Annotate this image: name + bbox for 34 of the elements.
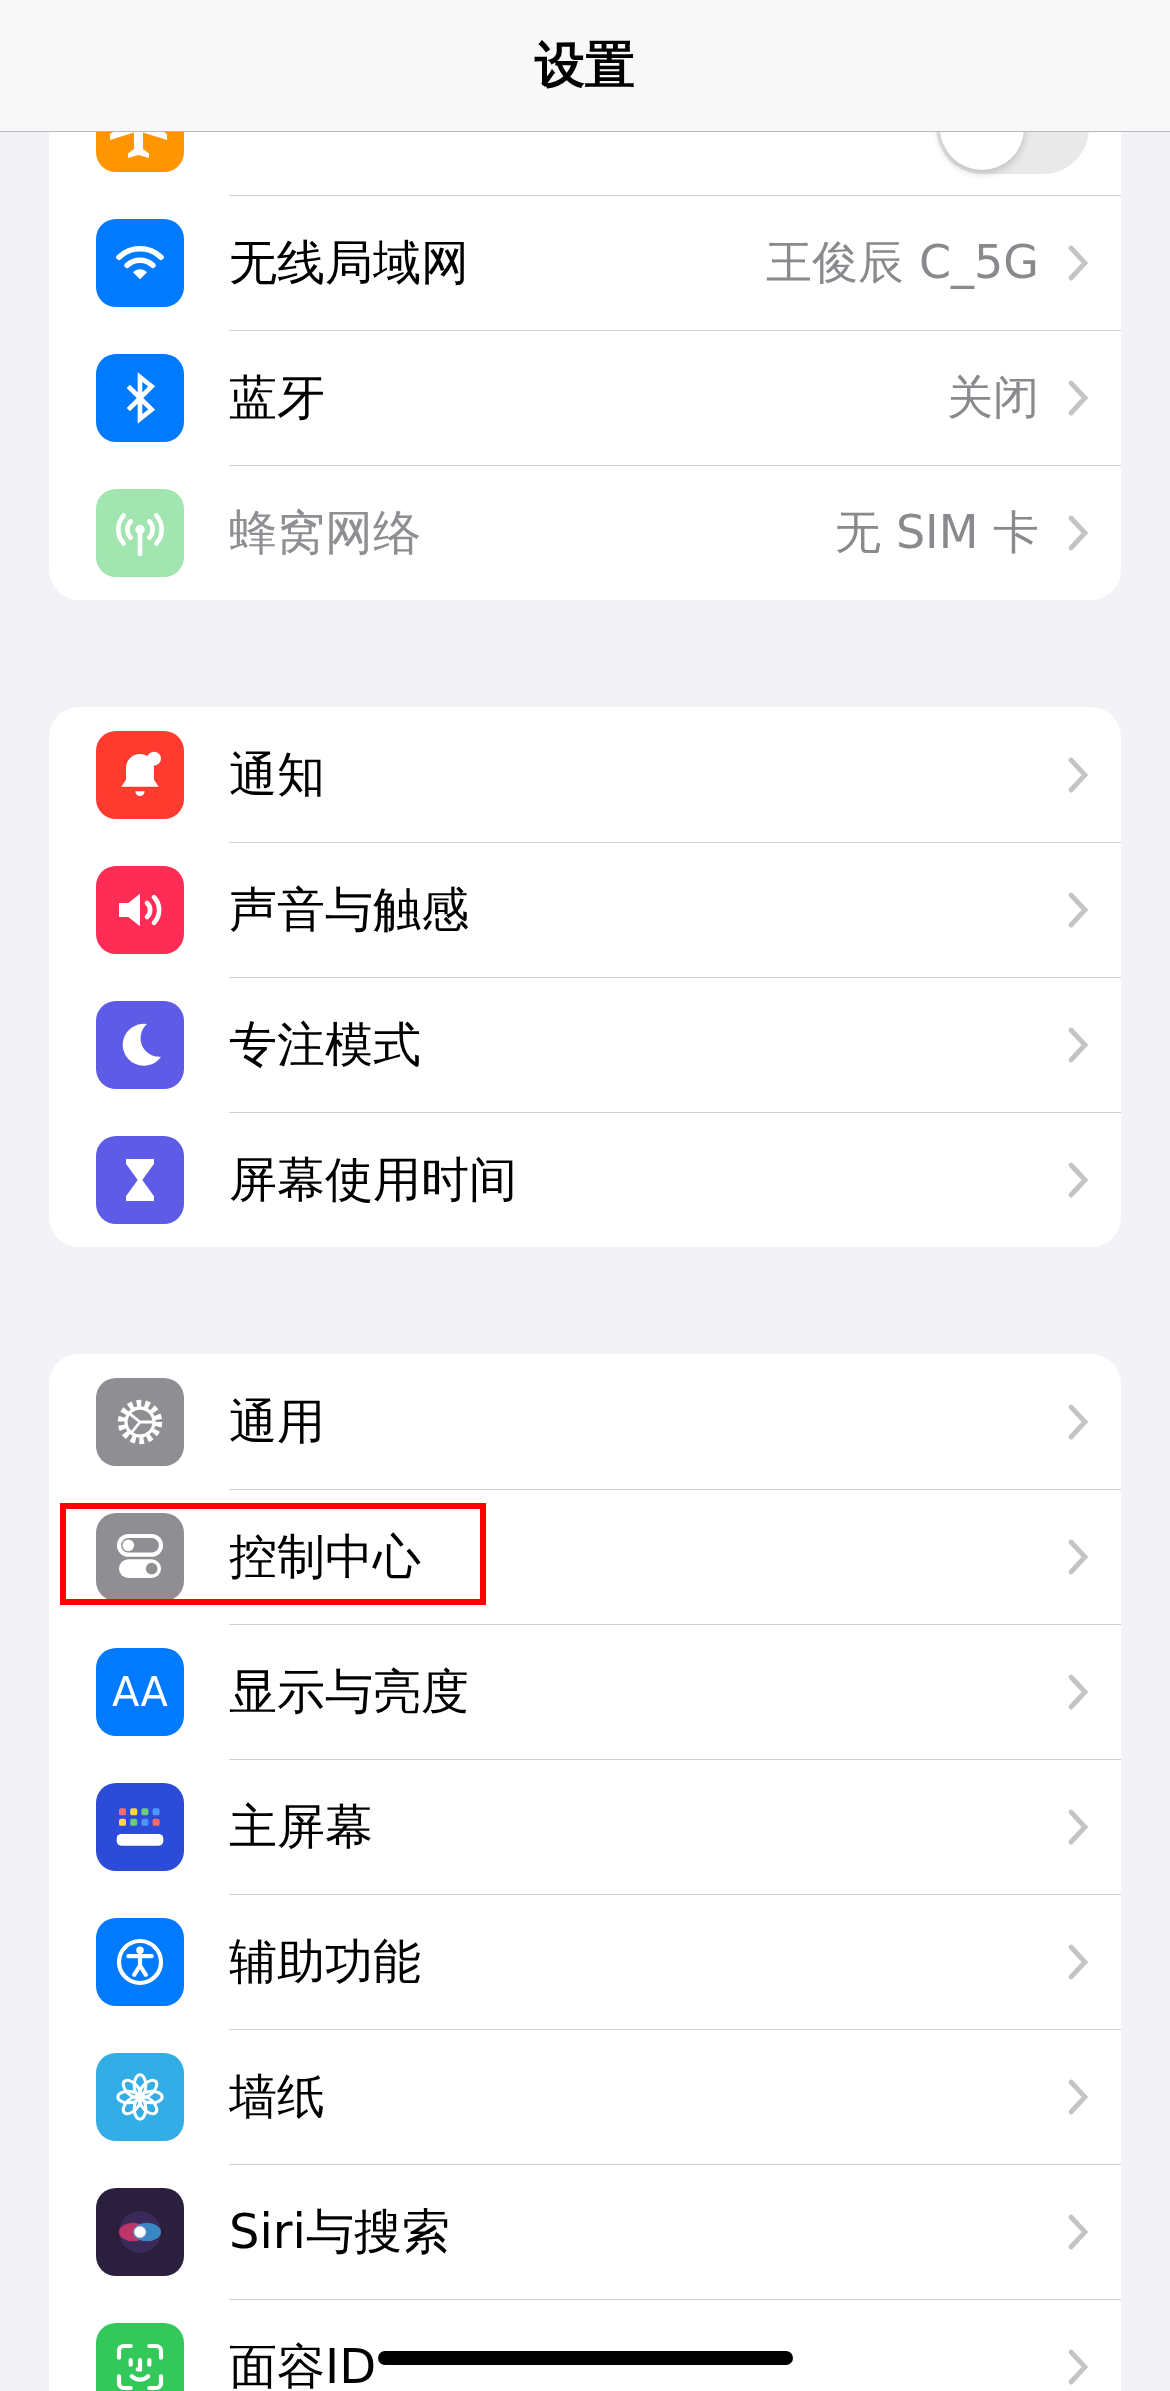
setting-label[interactable]: 辅助功能 xyxy=(229,1930,421,1994)
letters-icon: AA xyxy=(112,1668,168,1715)
chevron-icon xyxy=(1067,1161,1089,1199)
chevron-icon xyxy=(1067,755,1089,794)
page-title: 设置 xyxy=(535,35,635,96)
setting-label[interactable]: 蓝牙 xyxy=(229,366,325,430)
setting-label[interactable]: 无线局域网 xyxy=(229,231,469,295)
setting-label[interactable]: 通知 xyxy=(229,742,325,807)
chevron-icon xyxy=(1067,1402,1089,1441)
setting-label[interactable]: 声音与触感 xyxy=(229,878,469,942)
chevron-icon xyxy=(1067,1673,1089,1711)
setting-value: 王俊辰 C_5G xyxy=(766,234,1039,291)
setting-label[interactable]: 通用 xyxy=(229,1389,325,1454)
chevron-icon xyxy=(1067,891,1089,929)
chevron-icon xyxy=(1067,2078,1089,2116)
chevron-icon xyxy=(1067,2348,1089,2386)
setting-label[interactable]: 显示与亮度 xyxy=(229,1660,469,1724)
chevron-icon xyxy=(1067,514,1089,552)
setting-label[interactable]: 控制中心 xyxy=(229,1525,421,1589)
setting-value: 关闭 xyxy=(947,369,1039,426)
setting-label[interactable]: 主屏幕 xyxy=(229,1795,373,1859)
setting-label[interactable]: 墙纸 xyxy=(229,2065,325,2129)
setting-label[interactable]: Siri与搜索 xyxy=(229,2200,450,2264)
setting-label[interactable]: 专注模式 xyxy=(229,1013,421,1077)
setting-label[interactable]: 面容ID xyxy=(229,2335,377,2391)
chevron-icon xyxy=(1067,244,1089,282)
chevron-icon xyxy=(1067,379,1089,417)
chevron-icon xyxy=(1067,1538,1089,1576)
chevron-icon xyxy=(1067,1943,1089,1981)
chevron-icon xyxy=(1067,2213,1089,2251)
setting-value: 无 SIM 卡 xyxy=(835,504,1039,561)
chevron-icon xyxy=(1067,1808,1089,1846)
chevron-icon xyxy=(1067,1026,1089,1064)
setting-label[interactable]: 屏幕使用时间 xyxy=(229,1148,517,1212)
